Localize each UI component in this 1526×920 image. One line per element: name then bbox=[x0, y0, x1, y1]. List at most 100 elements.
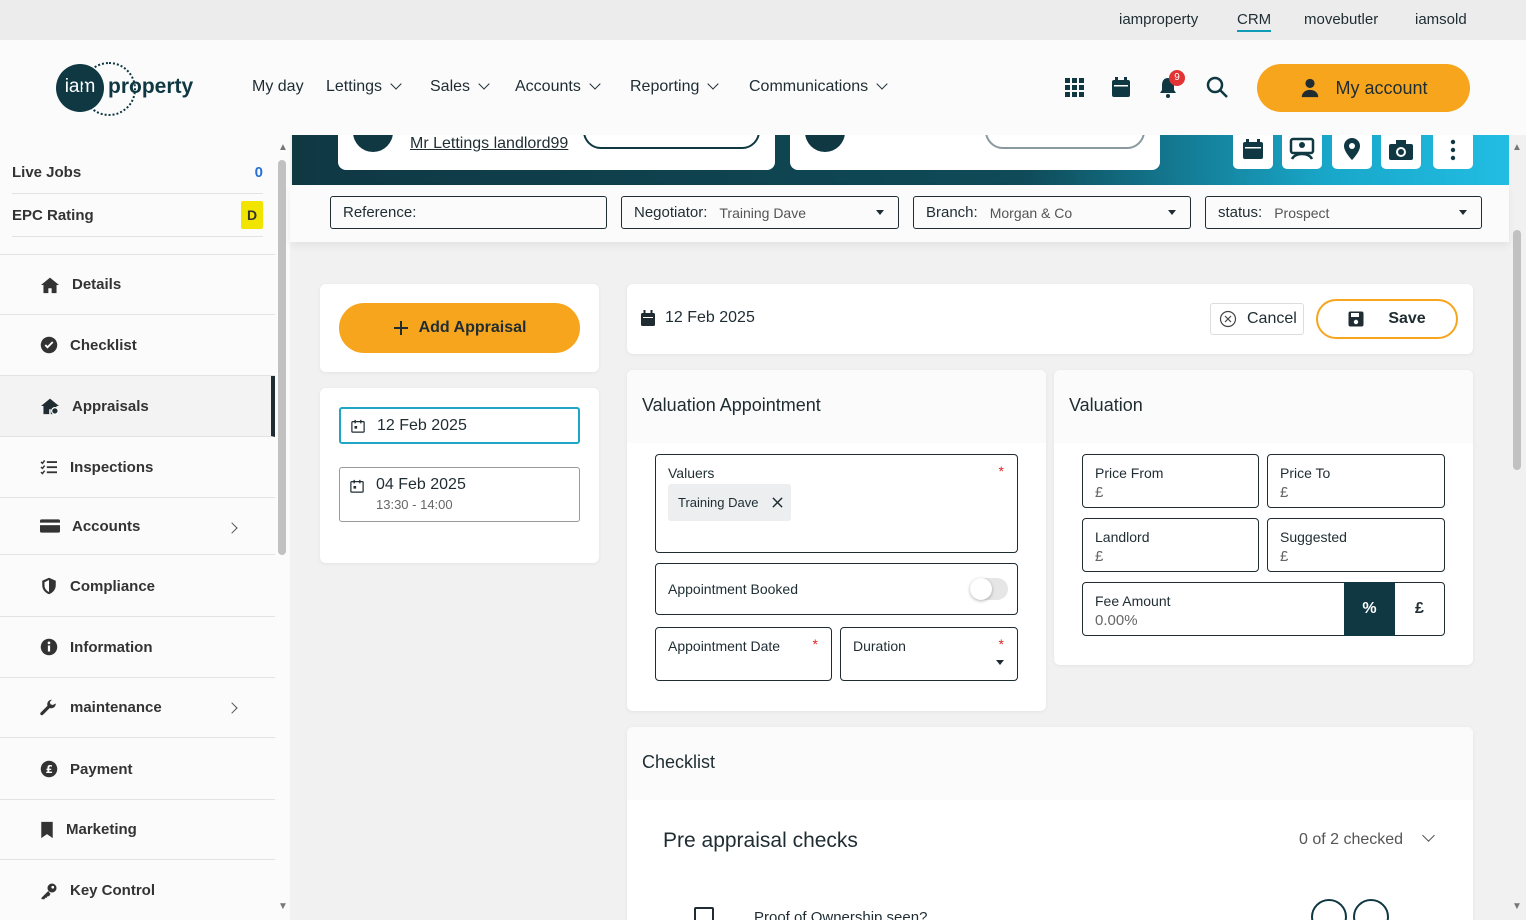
logo[interactable]: iam property bbox=[56, 62, 216, 116]
search-icon[interactable] bbox=[1205, 75, 1229, 99]
apps-grid-icon[interactable] bbox=[1062, 75, 1086, 99]
sidebar-item-inspections[interactable]: Inspections bbox=[0, 437, 275, 498]
section-header bbox=[627, 727, 1473, 800]
appraisal-date: 04 Feb 2025 bbox=[376, 476, 466, 493]
appraisal-date: 12 Feb 2025 bbox=[377, 417, 467, 434]
sidebar-item-payment[interactable]: £ Payment bbox=[0, 739, 275, 800]
appointment-booked-label: Appointment Booked bbox=[668, 581, 798, 597]
sidebar-item-appraisals[interactable]: Appraisals bbox=[0, 376, 275, 437]
view-landlord-button[interactable] bbox=[583, 135, 760, 149]
user-icon bbox=[1302, 78, 1319, 98]
fee-amount-field[interactable]: Fee Amount 0.00% % £ bbox=[1082, 582, 1445, 636]
status-select[interactable]: status: Prospect bbox=[1205, 196, 1482, 229]
wrench-icon bbox=[40, 699, 56, 715]
fee-pound-toggle[interactable]: £ bbox=[1394, 582, 1445, 636]
fee-percent-toggle[interactable]: % bbox=[1344, 582, 1395, 636]
sidebar-item-label: Details bbox=[72, 276, 122, 293]
calendar-action-icon[interactable] bbox=[1233, 135, 1273, 169]
nav-lettings[interactable]: Lettings bbox=[326, 78, 402, 96]
reference-field[interactable]: Reference: bbox=[330, 196, 607, 229]
checklist-checkbox[interactable] bbox=[694, 907, 714, 920]
valuation-appointment-title: Valuation Appointment bbox=[642, 395, 821, 415]
nav-label: Accounts bbox=[515, 78, 581, 95]
tenant-card bbox=[790, 135, 1160, 170]
sidebar-item-accounts[interactable]: Accounts bbox=[0, 498, 275, 555]
sidebar-item-checklist[interactable]: Checklist bbox=[0, 315, 275, 376]
fee-amount-value: 0.00% bbox=[1095, 612, 1138, 629]
caret-down-icon bbox=[1168, 210, 1176, 215]
agent-action-icon[interactable] bbox=[1282, 135, 1322, 169]
suggested-price-field[interactable]: Suggested £ bbox=[1267, 518, 1445, 572]
sidebar-item-label: Accounts bbox=[72, 517, 141, 535]
edit-icon[interactable] bbox=[1311, 899, 1347, 920]
landlord-price-field[interactable]: Landlord £ bbox=[1082, 518, 1259, 572]
sidebar-item-details[interactable]: Details bbox=[0, 254, 275, 315]
price-from-field[interactable]: Price From £ bbox=[1082, 454, 1259, 508]
save-label: Save bbox=[1388, 310, 1426, 327]
negotiator-select[interactable]: Negotiator: Training Dave bbox=[621, 196, 899, 229]
valuers-label: Valuers bbox=[668, 465, 715, 481]
scroll-down-arrow-icon[interactable]: ▼ bbox=[1512, 901, 1522, 912]
tenant-icon bbox=[805, 135, 845, 152]
location-action-icon[interactable] bbox=[1332, 135, 1372, 169]
photo-action-icon[interactable] bbox=[1381, 135, 1421, 169]
appraisal-list-item[interactable]: 04 Feb 2025 13:30 - 14:00 bbox=[339, 467, 580, 522]
sidebar-item-maintenance[interactable]: maintenance bbox=[0, 678, 275, 738]
shield-icon bbox=[42, 577, 56, 595]
scroll-down-arrow-icon[interactable]: ▼ bbox=[278, 901, 288, 912]
appointment-booked-toggle[interactable] bbox=[970, 578, 1008, 600]
sidebar-item-compliance[interactable]: Compliance bbox=[0, 556, 275, 617]
branch-select[interactable]: Branch: Morgan & Co bbox=[913, 196, 1191, 229]
close-icon[interactable] bbox=[772, 497, 784, 508]
appraisal-list-item[interactable]: 12 Feb 2025 bbox=[339, 407, 580, 444]
filter-bar: Reference: Negotiator: Training Dave Bra… bbox=[290, 185, 1509, 242]
appointment-date-field[interactable]: Appointment Date * bbox=[655, 627, 832, 681]
bookmark-icon bbox=[41, 821, 53, 838]
chevron-down-icon[interactable] bbox=[1422, 829, 1435, 842]
save-button[interactable]: Save bbox=[1316, 299, 1458, 339]
valuers-field[interactable]: Valuers * Training Dave bbox=[655, 454, 1018, 553]
valuer-chip: Training Dave bbox=[668, 484, 791, 521]
calendar-icon[interactable] bbox=[1353, 899, 1389, 920]
more-action-icon[interactable] bbox=[1433, 135, 1473, 169]
cancel-button[interactable]: Cancel bbox=[1210, 303, 1304, 335]
home-icon bbox=[41, 277, 59, 293]
sidebar-item-marketing[interactable]: Marketing bbox=[0, 800, 275, 860]
nav-communications[interactable]: Communications bbox=[749, 78, 888, 96]
checklist-title: Checklist bbox=[642, 752, 716, 772]
duration-select[interactable]: Duration * bbox=[840, 627, 1018, 681]
nav-reporting[interactable]: Reporting bbox=[630, 78, 720, 96]
calendar-icon[interactable] bbox=[1109, 75, 1133, 99]
add-appraisal-button[interactable]: Add Appraisal bbox=[339, 303, 580, 353]
landlord-link[interactable]: Mr Lettings landlord99 bbox=[410, 135, 568, 153]
nav-accounts[interactable]: Accounts bbox=[515, 78, 601, 96]
appointment-date-label: Appointment Date bbox=[668, 638, 781, 654]
scroll-up-arrow-icon[interactable]: ▲ bbox=[1512, 142, 1522, 153]
valuation-card: Valuation Price From £ Price To £ Landlo… bbox=[1054, 370, 1473, 665]
landlord-price-value: £ bbox=[1095, 548, 1104, 565]
appointment-booked-field: Appointment Booked bbox=[655, 563, 1018, 615]
my-account-button[interactable]: My account bbox=[1257, 64, 1470, 112]
link-iamproperty[interactable]: iamproperty bbox=[1119, 11, 1198, 28]
scroll-up-arrow-icon[interactable]: ▲ bbox=[278, 142, 288, 153]
link-movebutler[interactable]: movebutler bbox=[1304, 11, 1378, 28]
sidebar-scrollbar[interactable] bbox=[278, 160, 286, 555]
status-label: status: bbox=[1218, 204, 1263, 221]
fee-amount-label: Fee Amount bbox=[1095, 593, 1171, 609]
nav-sales[interactable]: Sales bbox=[430, 78, 490, 96]
link-iamsold[interactable]: iamsold bbox=[1415, 11, 1467, 28]
sidebar-item-key-control[interactable]: Key Control bbox=[0, 861, 275, 920]
sidebar-item-information[interactable]: Information bbox=[0, 617, 275, 678]
card-icon bbox=[40, 519, 60, 533]
close-circle-icon bbox=[1219, 310, 1237, 328]
branch-value: Morgan & Co bbox=[989, 204, 1073, 221]
nav-my-day[interactable]: My day bbox=[252, 78, 304, 96]
chevron-down-icon bbox=[390, 78, 402, 90]
page-scrollbar[interactable] bbox=[1513, 230, 1521, 470]
link-crm[interactable]: CRM bbox=[1237, 11, 1272, 32]
view-tenants-button[interactable] bbox=[985, 135, 1145, 149]
sidebar-item-label: Compliance bbox=[70, 577, 156, 595]
calendar-outline-icon bbox=[351, 419, 365, 433]
live-jobs-label: Live Jobs bbox=[12, 163, 82, 181]
price-to-field[interactable]: Price To £ bbox=[1267, 454, 1445, 508]
